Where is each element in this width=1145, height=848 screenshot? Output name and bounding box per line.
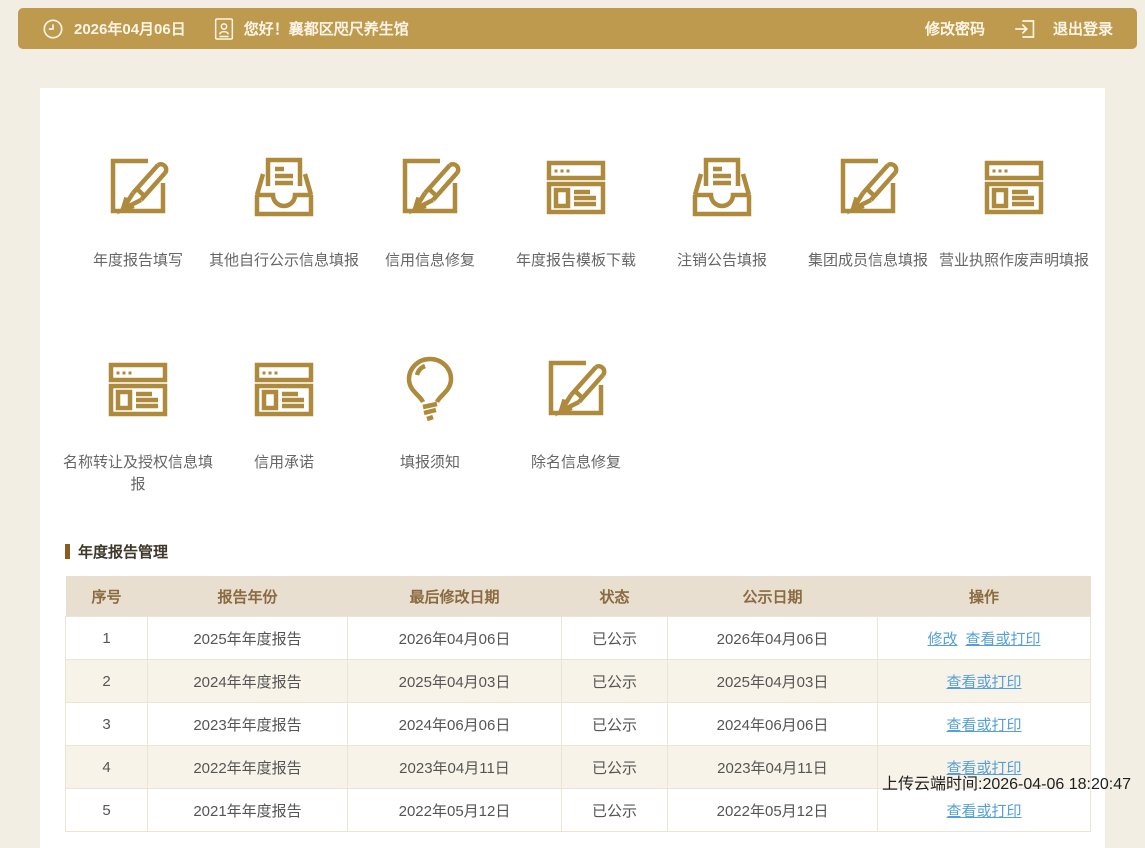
- menu-row-1: 年度报告填写 其他自行公示信息填报 信用信息修复 年度报告模板下载 注销公告填报 集团成员…: [65, 148, 1090, 272]
- table-cell-actions: 修改 查看或打印: [877, 616, 1091, 661]
- table-row: 5 2021年年度报告 2022年05月12日 已公示 2022年05月12日 查看或打印: [65, 788, 1091, 833]
- table-cell-year: 2024年年度报告: [147, 659, 348, 704]
- table-cell-year: 2023年年度报告: [147, 702, 348, 747]
- menu-item-label: 年度报告模板下载: [515, 252, 636, 269]
- upload-time-overlay: 上传云端时间:2026-04-06 18:20:47: [882, 776, 1132, 793]
- browser-window-icon: [538, 148, 614, 224]
- menu-item[interactable]: 除名信息修复: [503, 350, 649, 496]
- table-cell-modified: 2024年06月06日: [347, 702, 562, 747]
- menu-item[interactable]: 其他自行公示信息填报: [209, 148, 359, 272]
- action-link[interactable]: 查看或打印: [946, 674, 1021, 691]
- menu-item[interactable]: 年度报告填写: [65, 148, 211, 272]
- current-date: 2026年04月06日: [74, 21, 186, 38]
- table-cell-index: 4: [65, 745, 148, 790]
- table-cell-modified: 2026年04月06日: [347, 616, 562, 661]
- menu-item[interactable]: 名称转让及授权信息填报: [63, 350, 213, 496]
- browser-window-icon: [246, 350, 322, 426]
- main-content-card: 年度报告填写 其他自行公示信息填报 信用信息修复 年度报告模板下载 注销公告填报 集团成员…: [40, 88, 1105, 848]
- table-cell-status: 已公示: [561, 788, 668, 833]
- action-link[interactable]: 查看或打印: [946, 803, 1021, 820]
- menu-item[interactable]: 信用信息修复: [357, 148, 503, 272]
- browser-window-icon: [100, 350, 176, 426]
- table-column-header: 序号: [65, 576, 148, 617]
- menu-item[interactable]: 填报须知: [357, 350, 503, 496]
- table-cell-actions: 查看或打印: [877, 659, 1091, 704]
- menu-item-label: 名称转让及授权信息填报: [62, 453, 213, 493]
- user-id-card-icon: [214, 17, 234, 41]
- topbar-right: 修改密码 退出登录: [925, 17, 1113, 41]
- table-cell-publish: 2022年05月12日: [667, 788, 878, 833]
- table-cell-modified: 2022年05月12日: [347, 788, 562, 833]
- table-cell-index: 1: [65, 616, 148, 661]
- table-cell-publish: 2025年04月03日: [667, 659, 878, 704]
- table-cell-modified: 2025年04月03日: [347, 659, 562, 704]
- inbox-document-icon: [684, 148, 760, 224]
- table-column-header: 公示日期: [667, 576, 878, 617]
- table-cell-status: 已公示: [561, 616, 668, 661]
- table-cell-publish: 2024年06月06日: [667, 702, 878, 747]
- table-cell-year: 2021年年度报告: [147, 788, 348, 833]
- menu-item-label: 年度报告填写: [92, 252, 183, 269]
- user-greeting: 您好！襄都区咫尺养生馆: [243, 21, 409, 38]
- menu-item-label: 除名信息修复: [530, 453, 621, 471]
- action-link[interactable]: 查看或打印: [966, 631, 1041, 648]
- menu-item-label: 集团成员信息填报: [807, 252, 928, 269]
- menu-item-label: 注销公告填报: [676, 252, 767, 269]
- menu-item[interactable]: 集团成员信息填报: [795, 148, 941, 272]
- table-row: 2 2024年年度报告 2025年04月03日 已公示 2025年04月03日 查看或打印: [65, 659, 1091, 704]
- change-password-link[interactable]: 修改密码: [925, 18, 985, 39]
- menu-item-label: 信用信息修复: [384, 252, 475, 269]
- topbar-left: 2026年04月06日 您好！襄都区咫尺养生馆: [42, 17, 409, 41]
- menu-item-label: 填报须知: [399, 453, 460, 471]
- section-title-text: 年度报告管理: [78, 544, 169, 562]
- menu-item-label: 信用承诺: [253, 453, 314, 471]
- action-link[interactable]: 修改: [927, 631, 957, 648]
- browser-window-icon: [976, 148, 1052, 224]
- table-cell-status: 已公示: [561, 702, 668, 747]
- table-cell-index: 3: [65, 702, 148, 747]
- table-cell-year: 2022年年度报告: [147, 745, 348, 790]
- edit-square-icon: [830, 148, 906, 224]
- menu-row-2: 名称转让及授权信息填报 信用承诺 填报须知 除名信息修复: [63, 350, 1090, 496]
- menu-item[interactable]: 营业执照作废声明填报: [939, 148, 1089, 272]
- table-column-header: 报告年份: [147, 576, 348, 617]
- edit-square-icon: [538, 350, 614, 426]
- table-row: 1 2025年年度报告 2026年04月06日 已公示 2026年04月06日 修改 查看或…: [65, 616, 1091, 661]
- edit-square-icon: [100, 148, 176, 224]
- table-cell-status: 已公示: [561, 745, 668, 790]
- table-cell-year: 2025年年度报告: [147, 616, 348, 661]
- menu-item-label: 其他自行公示信息填报: [208, 252, 359, 269]
- table-cell-publish: 2023年04月11日: [667, 745, 878, 790]
- table-column-header: 最后修改日期: [347, 576, 562, 617]
- menu-item[interactable]: 信用承诺: [211, 350, 357, 496]
- table-column-header: 操作: [877, 576, 1091, 617]
- inbox-document-icon: [246, 148, 322, 224]
- table-header-row: 序号 报告年份 最后修改日期 状态 公示日期 操作: [65, 576, 1091, 617]
- action-link[interactable]: 查看或打印: [946, 717, 1021, 734]
- edit-square-icon: [392, 148, 468, 224]
- menu-item[interactable]: 注销公告填报: [649, 148, 795, 272]
- top-bar: 2026年04月06日 您好！襄都区咫尺养生馆 修改密码 退出登录: [18, 8, 1137, 49]
- section-title-bar: [65, 544, 70, 560]
- table-cell-actions: 查看或打印: [877, 702, 1091, 747]
- table-row: 3 2023年年度报告 2024年06月06日 已公示 2024年06月06日 查看或打印: [65, 702, 1091, 747]
- table-cell-index: 5: [65, 788, 148, 833]
- table-cell-index: 2: [65, 659, 148, 704]
- lightbulb-icon: [392, 350, 468, 426]
- report-table-body: 1 2025年年度报告 2026年04月06日 已公示 2026年04月06日 修改 查看或…: [65, 616, 1091, 833]
- menu-item-label: 营业执照作废声明填报: [938, 252, 1089, 269]
- table-cell-status: 已公示: [561, 659, 668, 704]
- menu-item[interactable]: 年度报告模板下载: [503, 148, 649, 272]
- logout-link[interactable]: 退出登录: [1053, 18, 1113, 39]
- annual-report-section-header: 年度报告管理: [65, 541, 1090, 562]
- clock-icon: [42, 18, 64, 40]
- table-cell-publish: 2026年04月06日: [667, 616, 878, 661]
- table-cell-modified: 2023年04月11日: [347, 745, 562, 790]
- table-cell-actions: 查看或打印: [877, 788, 1091, 833]
- logout-icon[interactable]: [1013, 17, 1037, 41]
- table-column-header: 状态: [561, 576, 668, 617]
